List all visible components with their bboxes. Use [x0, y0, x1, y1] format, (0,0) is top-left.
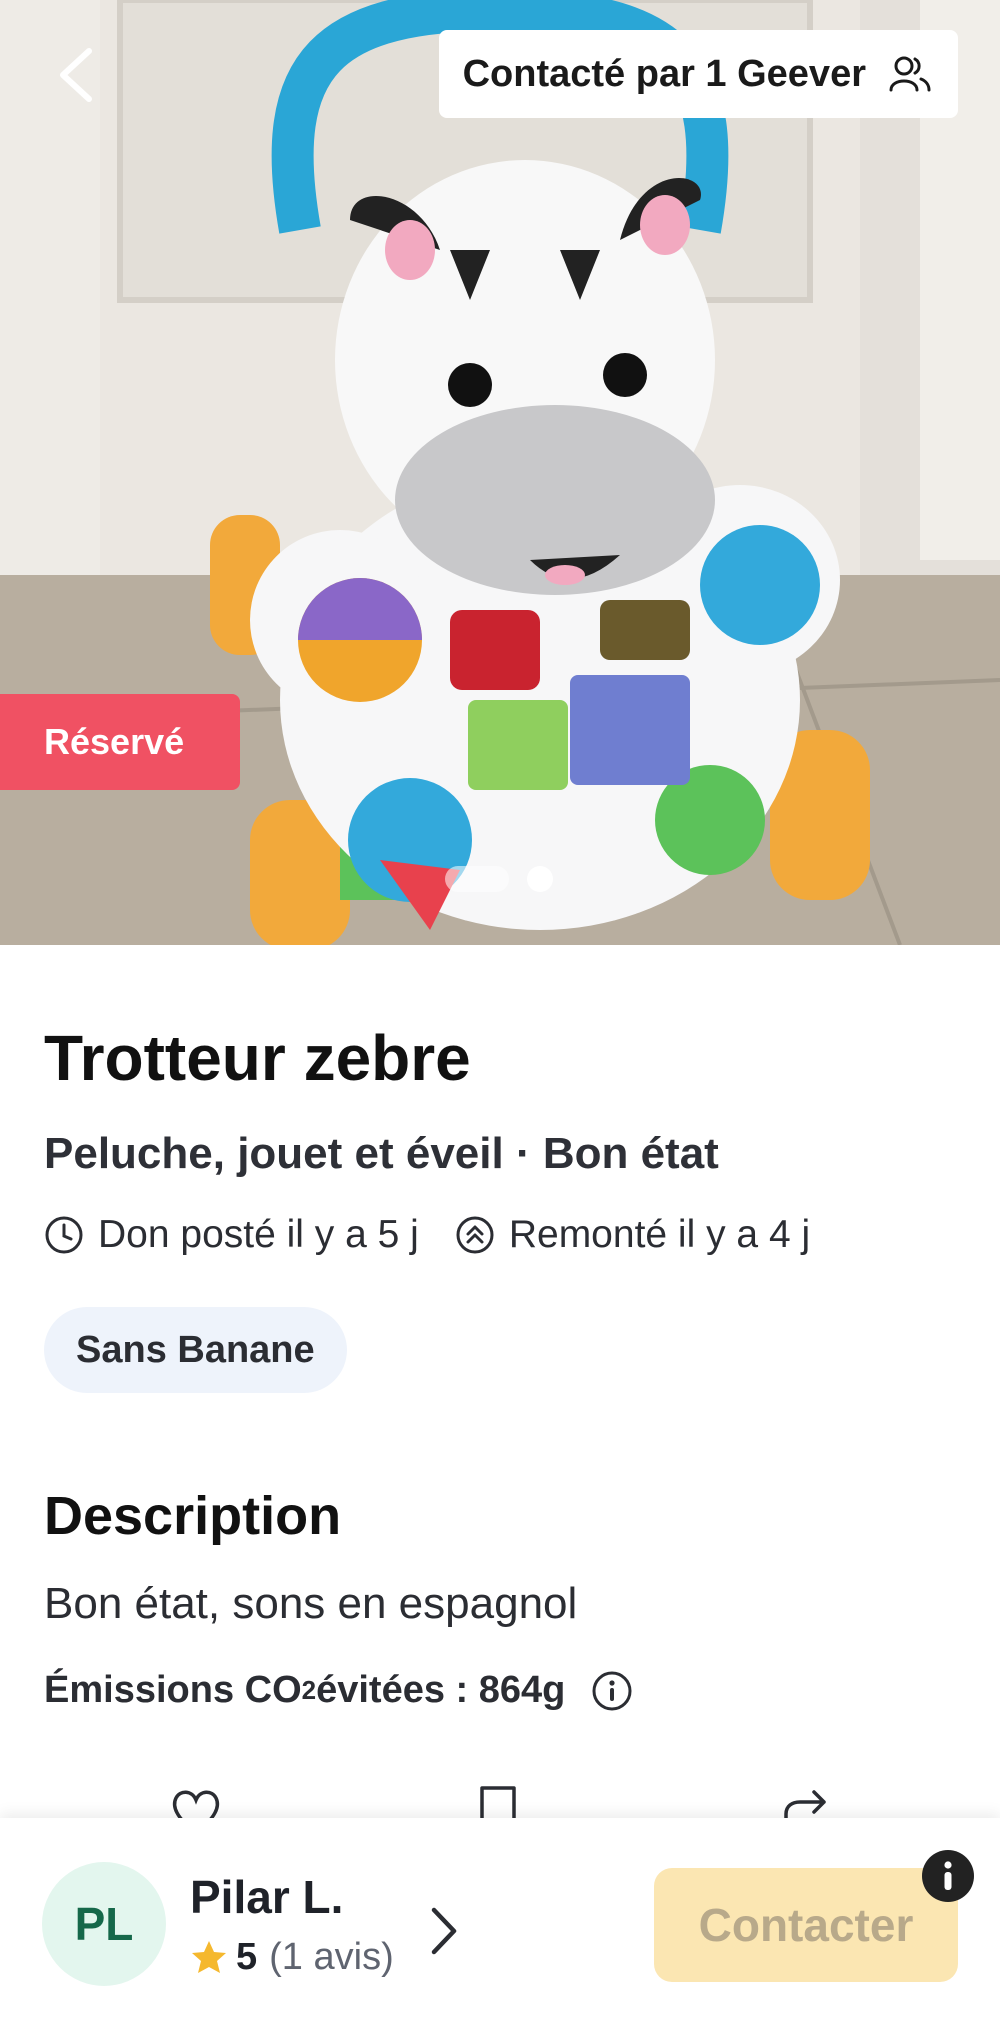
clock-icon	[44, 1215, 84, 1255]
co2-label: Émissions CO	[44, 1669, 302, 1711]
co2-subscript: 2	[301, 1675, 317, 1705]
posted-time: Don posté il y a 5 j	[98, 1213, 419, 1256]
item-tag: Sans Banane	[44, 1307, 347, 1393]
reserved-badge: Réservé	[0, 694, 240, 790]
carousel-dot[interactable]	[527, 866, 553, 892]
item-meta: Don posté il y a 5 j Remonté il y a 4 j	[44, 1213, 810, 1257]
bumped-time: Remonté il y a 4 j	[508, 1213, 811, 1256]
co2-value: évitées : 864g	[316, 1669, 566, 1711]
chevron-right-icon[interactable]	[424, 1904, 464, 1958]
user-rating: 5 (1 avis)	[190, 1936, 394, 1979]
co2-savings: Émissions CO 2 évitées : 864g	[44, 1669, 633, 1712]
rating-value: 5	[236, 1936, 258, 1978]
chevron-left-icon	[60, 48, 92, 102]
bottom-bar: PL Pilar L. 5 (1 avis) Contacter	[0, 1818, 1000, 2028]
info-icon[interactable]	[591, 1670, 633, 1712]
avatar[interactable]: PL	[42, 1862, 166, 1986]
bump-up-icon	[455, 1215, 495, 1255]
product-photo	[0, 0, 1000, 945]
info-icon[interactable]	[922, 1850, 974, 1902]
hero-image-carousel[interactable]: Contacté par 1 Geever Réservé	[0, 0, 1000, 945]
contact-button[interactable]: Contacter	[654, 1868, 958, 1982]
item-title: Trotteur zebre	[44, 1022, 471, 1094]
star-icon	[192, 1940, 226, 1973]
user-name[interactable]: Pilar L.	[190, 1870, 343, 1924]
users-icon	[889, 56, 931, 92]
contacted-count-chip[interactable]: Contacté par 1 Geever	[438, 30, 958, 118]
back-button[interactable]	[40, 40, 110, 110]
contacted-count-label: Contacté par 1 Geever	[462, 52, 866, 95]
item-category-condition: Peluche, jouet et éveil · Bon état	[44, 1129, 719, 1178]
description-text: Bon état, sons en espagnol	[44, 1579, 578, 1628]
description-heading: Description	[44, 1486, 342, 1546]
carousel-dot-active[interactable]	[445, 866, 509, 892]
review-count: (1 avis)	[269, 1936, 394, 1978]
carousel-indicator	[445, 866, 553, 892]
